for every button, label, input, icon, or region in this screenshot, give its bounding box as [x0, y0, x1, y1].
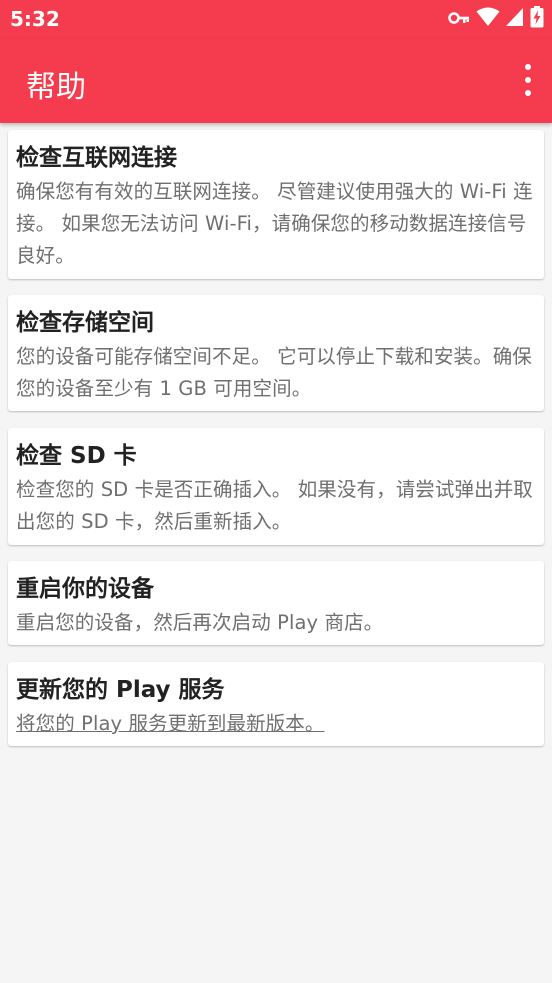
- vpn-key-icon: [448, 10, 470, 29]
- wifi-icon: [476, 7, 500, 31]
- battery-charging-icon: [530, 6, 544, 32]
- help-card-internet[interactable]: 检查互联网连接 确保您有有效的互联网连接。 尽管建议使用强大的 Wi-Fi 连接…: [8, 130, 544, 279]
- card-body: 重启您的设备，然后再次启动 Play 商店。: [16, 611, 384, 634]
- card-body: 您的设备可能存储空间不足。 它可以停止下载和安装。确保您的设备至少有 1 GB …: [16, 345, 532, 400]
- card-title: 检查存储空间: [16, 310, 154, 336]
- help-card-storage[interactable]: 检查存储空间 您的设备可能存储空间不足。 它可以停止下载和安装。确保您的设备至少…: [8, 295, 544, 411]
- signal-icon: [506, 7, 524, 31]
- app-bar: 帮助: [0, 38, 552, 123]
- update-play-services-link[interactable]: 将您的 Play 服务更新到最新版本。: [16, 708, 536, 740]
- more-vert-icon-dot: [525, 90, 531, 96]
- help-card-restart[interactable]: 重启你的设备 重启您的设备，然后再次启动 Play 商店。: [8, 561, 544, 645]
- card-title: 检查互联网连接: [16, 145, 177, 171]
- help-card-sd-card[interactable]: 检查 SD 卡 检查您的 SD 卡是否正确插入。 如果没有，请尝试弹出并取出您的…: [8, 428, 544, 545]
- status-icons: [448, 6, 544, 32]
- more-vert-icon-dot: [525, 64, 531, 70]
- help-card-play-services[interactable]: 更新您的 Play 服务 将您的 Play 服务更新到最新版本。: [8, 662, 544, 746]
- card-title: 重启你的设备: [16, 576, 154, 602]
- card-title: 更新您的 Play 服务: [16, 677, 225, 703]
- status-time: 5:32: [10, 7, 60, 31]
- card-title: 检查 SD 卡: [16, 443, 137, 469]
- card-body: 确保您有有效的互联网连接。 尽管建议使用强大的 Wi-Fi 连接。 如果您无法访…: [16, 180, 533, 267]
- more-vert-icon-dot: [525, 77, 531, 83]
- page-title: 帮助: [26, 70, 86, 105]
- more-options-button[interactable]: [518, 64, 538, 96]
- card-body: 检查您的 SD 卡是否正确插入。 如果没有，请尝试弹出并取出您的 SD 卡，然后…: [16, 478, 533, 533]
- status-bar: 5:32: [0, 0, 552, 38]
